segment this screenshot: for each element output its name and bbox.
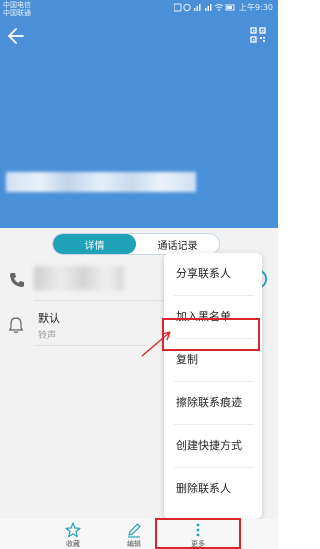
- ringtone-value[interactable]: 默认: [38, 310, 60, 326]
- carrier-1: 中国电信: [3, 1, 31, 9]
- tab-details[interactable]: 详情: [53, 234, 136, 254]
- contact-header: [0, 0, 278, 228]
- status-bar: 中国电信 中国联通 上午9:30: [0, 0, 278, 17]
- menu-item-share-contact[interactable]: 分享联系人: [164, 253, 262, 295]
- tab-call-log[interactable]: 通话记录: [136, 234, 219, 254]
- menu-item-delete-contact[interactable]: 删除联系人: [164, 468, 262, 510]
- status-icons: [173, 3, 235, 12]
- favorite-button[interactable]: 收藏: [53, 522, 93, 549]
- pencil-icon: [128, 523, 141, 538]
- contact-name-blurred: [6, 172, 196, 192]
- annotation-more-box: [155, 518, 241, 549]
- more-options-menu: 分享联系人 加入黑名单 复制 擦除联系痕迹 创建快捷方式 删除联系人: [164, 253, 262, 519]
- annotation-highlight-box: [162, 318, 260, 351]
- status-time: 上午9:30: [239, 3, 273, 12]
- carrier-info: 中国电信 中国联通: [3, 1, 31, 17]
- menu-item-erase-traces[interactable]: 擦除联系痕迹: [164, 382, 262, 424]
- back-arrow-icon[interactable]: [6, 26, 26, 46]
- menu-item-create-shortcut[interactable]: 创建快捷方式: [164, 425, 262, 467]
- ringtone-label: 铃声: [38, 331, 57, 341]
- edit-button[interactable]: 编辑: [114, 522, 154, 549]
- phone-icon: [10, 273, 24, 287]
- annotation-arrow-icon: [141, 331, 171, 357]
- edit-label: 编辑: [127, 540, 141, 548]
- qr-code-icon[interactable]: [250, 27, 266, 43]
- favorite-label: 收藏: [66, 540, 80, 548]
- carrier-2: 中国联通: [3, 9, 31, 17]
- detail-tabs: 详情 通话记录: [52, 233, 220, 255]
- star-icon: [65, 522, 81, 538]
- phone-number-blurred[interactable]: [34, 266, 124, 290]
- status-indicators: 上午9:30: [173, 2, 273, 13]
- bell-icon: [8, 317, 24, 334]
